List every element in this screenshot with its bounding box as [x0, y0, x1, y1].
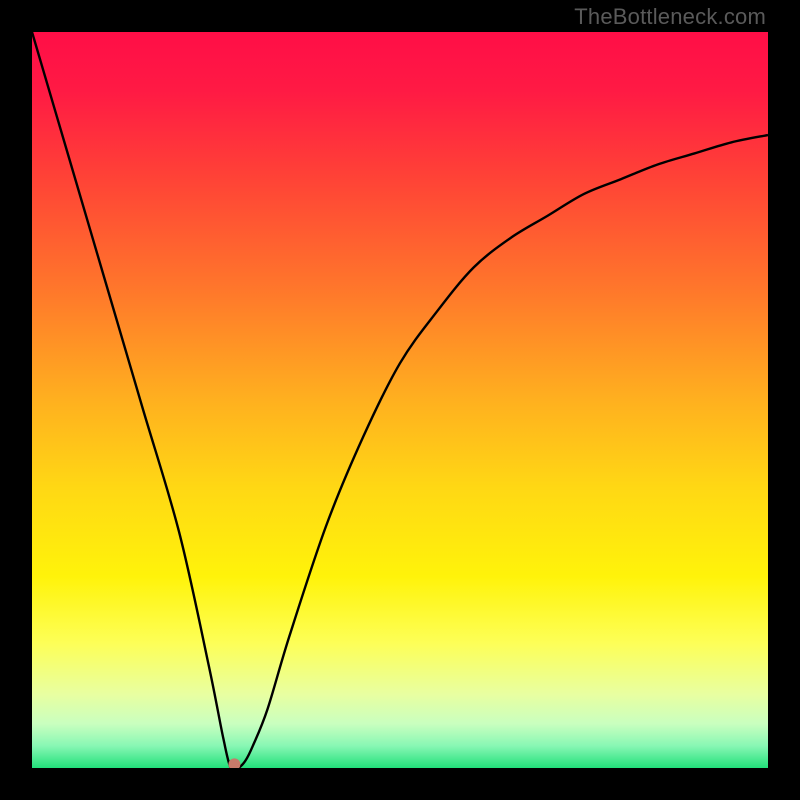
gradient-background — [32, 32, 768, 768]
watermark-text: TheBottleneck.com — [574, 4, 766, 30]
chart-svg — [32, 32, 768, 768]
plot-area — [32, 32, 768, 768]
